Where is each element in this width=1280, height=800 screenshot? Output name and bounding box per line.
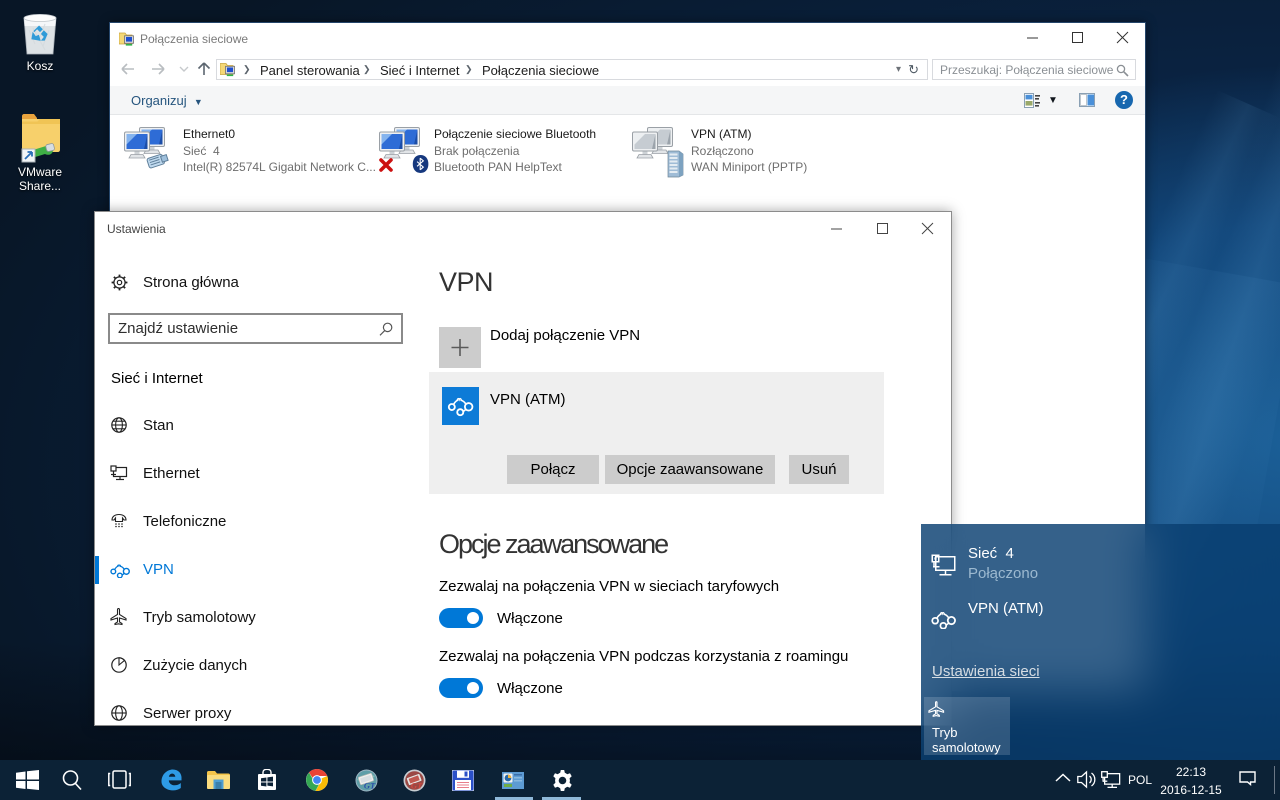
svg-text:GT: GT bbox=[411, 781, 423, 791]
svg-text:GT: GT bbox=[364, 781, 376, 791]
